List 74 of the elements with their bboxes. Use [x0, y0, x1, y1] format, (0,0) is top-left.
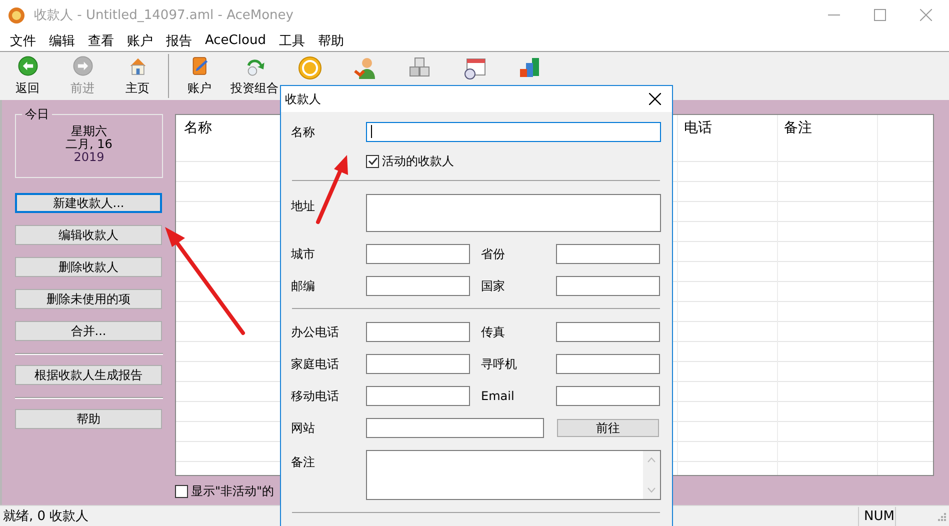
menu-item[interactable]: 查看 — [82, 32, 120, 50]
window-title: 收款人 - Untitled_14097.aml - AceMoney — [34, 7, 294, 24]
toolbar-button[interactable]: 主页 — [110, 52, 165, 98]
field-label: 名称 — [291, 124, 315, 140]
menu-item[interactable]: 文件 — [4, 32, 42, 50]
address-field[interactable] — [366, 194, 661, 232]
coin-icon — [296, 55, 322, 81]
field-label: 城市 — [291, 246, 315, 262]
field-label: 省份 — [481, 246, 505, 262]
toolbar-button[interactable]: 账户 — [172, 52, 227, 98]
input-field[interactable] — [556, 276, 660, 296]
field-label: Email — [481, 389, 514, 403]
go-button[interactable]: 前往 — [557, 419, 659, 437]
toolbar-button[interactable]: 返回 — [0, 52, 55, 98]
menu-item[interactable]: 编辑 — [43, 32, 81, 50]
input-field[interactable] — [556, 244, 660, 264]
person-icon — [352, 55, 378, 81]
checkbox-label: 活动的收款人 — [382, 152, 454, 170]
website-field[interactable] — [366, 418, 544, 438]
input-field[interactable] — [366, 276, 470, 296]
checkbox[interactable] — [366, 154, 379, 168]
menu-item[interactable]: 报告 — [160, 32, 198, 50]
input-field[interactable] — [556, 322, 660, 342]
menu-item[interactable]: 账户 — [121, 32, 159, 50]
action-button[interactable]: 合并... — [15, 321, 162, 341]
name-field[interactable] — [366, 122, 661, 142]
maximize-icon — [874, 9, 886, 21]
input-field[interactable] — [366, 244, 470, 264]
field-label: 备注 — [291, 454, 315, 471]
input-field[interactable] — [366, 354, 470, 374]
annotation-arrow — [316, 155, 348, 224]
scroll-up-icon — [647, 457, 656, 463]
action-button[interactable]: 新建收款人... — [15, 193, 162, 213]
field-label: 寻呼机 — [481, 356, 517, 372]
weekday-text: 星期六 — [71, 125, 107, 138]
field-label: 网站 — [291, 420, 315, 436]
input-field[interactable] — [366, 322, 470, 342]
input-field[interactable] — [366, 386, 470, 406]
num-lock-indicator: NUM — [858, 506, 896, 526]
toolbar-button[interactable]: 投资组合 — [227, 52, 282, 98]
field-label: 国家 — [481, 278, 505, 294]
scroll-down-icon — [647, 487, 656, 493]
today-title: 今日 — [22, 108, 52, 121]
dialog-title: 收款人 — [285, 90, 322, 108]
date-text: 二月, 16 — [66, 138, 112, 151]
menu-item[interactable]: 帮助 — [312, 32, 350, 50]
checkbox[interactable] — [175, 485, 188, 498]
field-label: 地址 — [291, 198, 315, 215]
column-header[interactable]: 备注 — [778, 115, 812, 141]
field-label: 传真 — [481, 324, 505, 340]
action-button[interactable]: 编辑收款人 — [15, 225, 162, 245]
input-field[interactable] — [556, 354, 660, 374]
field-label: 邮编 — [291, 278, 315, 294]
notes-field[interactable] — [366, 450, 661, 500]
action-button[interactable]: 根据收款人生成报告 — [15, 365, 162, 385]
checkbox-label: 显示"非活动"的 — [191, 483, 274, 500]
field-label: 移动电话 — [291, 388, 339, 404]
field-label: 家庭电话 — [291, 356, 339, 372]
status-text: 就绪, 0 收款人 — [3, 508, 90, 525]
app-icon — [8, 6, 25, 24]
action-button[interactable]: 删除收款人 — [15, 257, 162, 277]
year-text: 2019 — [74, 151, 104, 164]
resize-grip-icon — [936, 511, 946, 521]
field-label: 办公电话 — [291, 324, 339, 340]
close-icon — [649, 93, 661, 105]
input-field[interactable] — [556, 386, 660, 406]
menu-item[interactable]: AceCloud — [199, 33, 272, 48]
scrollbar[interactable] — [643, 451, 660, 499]
column-header[interactable]: 电话 — [678, 115, 712, 141]
menu-item[interactable]: 工具 — [272, 32, 311, 50]
column-header[interactable]: 名称 — [178, 115, 212, 141]
close-icon — [920, 9, 932, 21]
action-button[interactable]: 删除未使用的项 — [15, 289, 162, 309]
action-button[interactable]: 帮助 — [15, 409, 162, 429]
